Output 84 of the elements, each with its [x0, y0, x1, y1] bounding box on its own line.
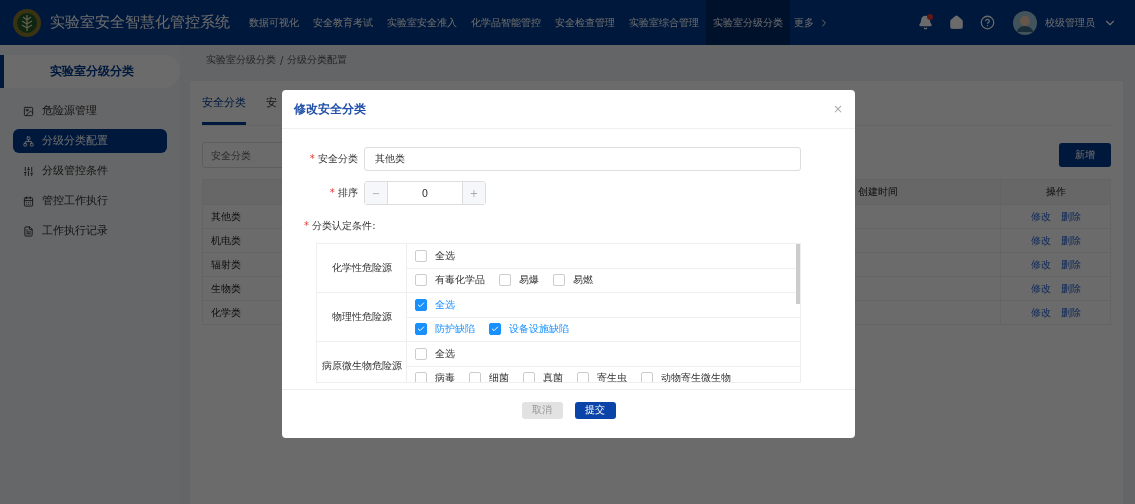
nav-tab[interactable]: 安全教育考试 [306, 0, 380, 45]
check-icon [417, 300, 425, 309]
checkbox[interactable] [415, 298, 427, 311]
close-button[interactable]: × [832, 102, 843, 116]
category-label: 化学性危险源 [317, 244, 407, 292]
checkbox[interactable] [577, 372, 589, 382]
sidebar-item[interactable]: 分级管控条件 [13, 159, 167, 183]
scrollbar[interactable] [796, 244, 800, 304]
category-label: 病原微生物危险源 [317, 342, 407, 382]
category-label: 物理性危险源 [317, 293, 407, 341]
checkbox[interactable] [641, 372, 653, 382]
more-menu[interactable]: 更多 [794, 15, 830, 30]
breadcrumb-separator: / [280, 54, 284, 66]
table-cell-text: 机电类 [210, 233, 241, 248]
action-link[interactable]: 删除 [1060, 305, 1081, 320]
table-cell-text: 辐射类 [210, 257, 241, 272]
checkbox-option[interactable]: 动物寄生微生物 [641, 371, 731, 382]
action-link[interactable]: 修改 [1030, 233, 1051, 248]
checkbox[interactable] [469, 372, 481, 382]
checkbox[interactable] [415, 274, 427, 287]
field-label: * 分类认定条件: [304, 219, 376, 233]
checkbox-option[interactable]: 病毒 [415, 371, 455, 382]
action-link[interactable]: 修改 [1030, 209, 1051, 224]
checkbox[interactable] [523, 372, 535, 382]
field-label: * 排序 [328, 186, 358, 200]
checkbox[interactable] [415, 249, 427, 262]
nav-tab[interactable]: 化学品智能管控 [464, 0, 548, 45]
emblem-logo [12, 7, 42, 38]
nav-tab[interactable]: 数据可视化 [242, 0, 306, 45]
dialog-title: 修改安全分类 [294, 100, 366, 118]
decrement-button[interactable]: − [365, 182, 387, 204]
checkbox[interactable] [415, 323, 427, 336]
checkbox[interactable] [415, 372, 427, 382]
sidebar-item[interactable]: 管控工作执行 [13, 189, 167, 213]
checkbox-option[interactable]: 全选 [415, 346, 455, 361]
action-link[interactable]: 修改 [1030, 305, 1051, 320]
nav-tab[interactable]: 安全检查管理 [548, 0, 622, 45]
action-link[interactable]: 删除 [1060, 209, 1081, 224]
checkbox-option[interactable]: 寄生虫 [577, 371, 627, 382]
avatar-icon[interactable] [1013, 10, 1037, 35]
help-icon[interactable] [980, 15, 995, 30]
checkbox-option[interactable]: 真菌 [523, 371, 563, 382]
action-link[interactable]: 删除 [1060, 281, 1081, 296]
checkbox-option[interactable]: 细菌 [469, 371, 509, 382]
checkbox[interactable] [415, 347, 427, 360]
increment-button[interactable]: + [463, 182, 485, 204]
nav-tab[interactable]: 实验室分级分类 [706, 0, 790, 45]
user-name[interactable]: 校级管理员 [1045, 15, 1095, 30]
checkbox-option[interactable]: 设备设施缺陷 [489, 322, 569, 337]
checkbox[interactable] [499, 274, 511, 287]
notification-bell-icon[interactable] [918, 15, 933, 30]
table-cell-text: 生物类 [210, 281, 241, 296]
sidebar-item[interactable]: 工作执行记录 [13, 219, 167, 243]
action-link[interactable]: 删除 [1060, 257, 1081, 272]
sidebar-title: 实验室分级分类 [0, 55, 180, 88]
checkbox[interactable] [489, 323, 501, 336]
column-header: 创建时间 [857, 185, 898, 199]
table-cell-text: 其他类 [210, 209, 241, 224]
table-cell-text: 化学类 [210, 305, 241, 320]
nav-tab[interactable]: 实验室安全准入 [380, 0, 464, 45]
checkbox-option[interactable]: 全选 [415, 297, 455, 312]
tab[interactable]: 安全分类 [202, 96, 246, 125]
checkbox-option[interactable]: 易爆 [499, 273, 539, 288]
sidebar-item[interactable]: 分级分类配置 [13, 129, 167, 153]
app-title: 实验室安全智慧化管控系统 [50, 13, 230, 32]
check-icon [491, 325, 499, 334]
submit-button[interactable]: 提交 [574, 401, 616, 419]
tab[interactable]: 安 [266, 96, 277, 125]
column-header: 操作 [1000, 180, 1110, 204]
add-button[interactable]: 新增 [1059, 143, 1111, 167]
checkbox-option[interactable]: 防护缺陷 [415, 322, 475, 337]
checkbox-option[interactable]: 全选 [415, 248, 455, 263]
checkbox-option[interactable]: 易燃 [553, 273, 593, 288]
name-input[interactable]: 其他类 [364, 147, 801, 171]
checkbox[interactable] [553, 274, 565, 287]
check-icon [417, 325, 425, 334]
action-link[interactable]: 修改 [1030, 257, 1051, 272]
action-link[interactable]: 修改 [1030, 281, 1051, 296]
home-icon[interactable] [949, 15, 964, 30]
number-stepper[interactable]: − 0 + [364, 181, 486, 205]
checkbox-option[interactable]: 有毒化学品 [415, 273, 485, 288]
sidebar-item[interactable]: 危险源管理 [13, 99, 167, 123]
action-link[interactable]: 删除 [1060, 233, 1081, 248]
nav-tab[interactable]: 实验室综合管理 [622, 0, 706, 45]
